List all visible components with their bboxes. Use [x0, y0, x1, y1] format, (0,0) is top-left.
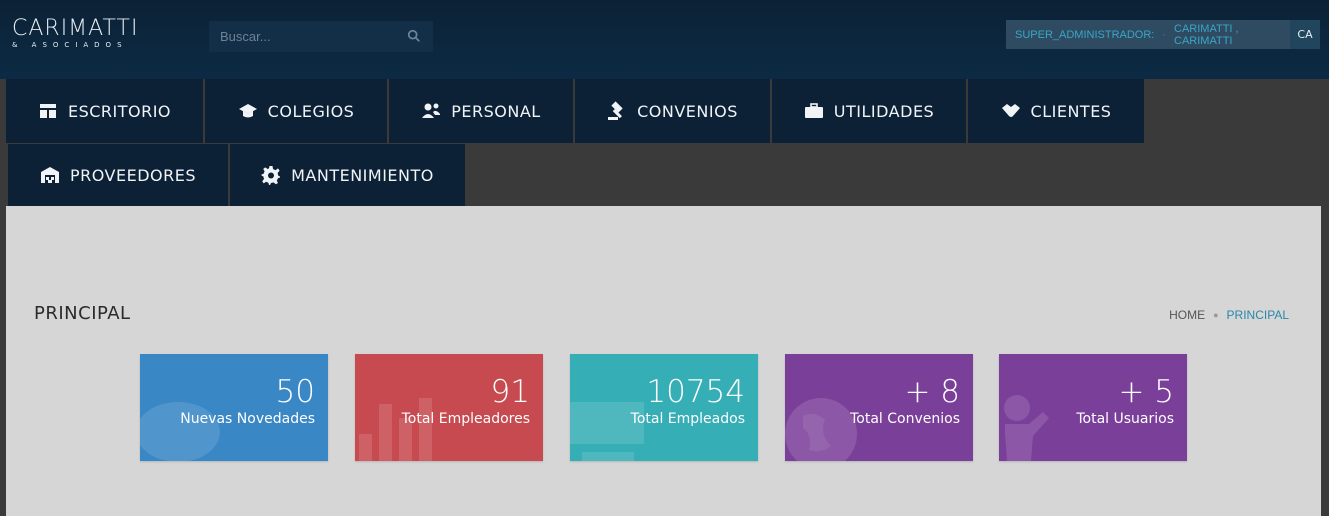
page-title: PRINCIPAL [34, 303, 131, 324]
user-menu[interactable]: SUPER_ADMINISTRADOR: · CARIMATTI , CARIM… [1006, 20, 1290, 49]
breadcrumb-home[interactable]: HOME [1169, 308, 1205, 322]
stat-value: + 5 [1118, 374, 1174, 410]
stat-value: 50 [275, 374, 315, 410]
search-icon[interactable] [407, 29, 421, 43]
stat-card-novedades[interactable]: 50 Nuevas Novedades [140, 354, 328, 461]
nav-item-label: COLEGIOS [267, 101, 355, 121]
breadcrumb: HOME ● PRINCIPAL [1169, 308, 1289, 322]
stat-label: Total Empleadores [401, 411, 530, 427]
warehouse-icon [40, 167, 59, 183]
stat-value: 91 [490, 374, 530, 410]
stat-card-empleadores[interactable]: 91 Total Empleadores [355, 354, 543, 461]
stat-value: 10754 [646, 374, 745, 410]
logo-sub-text: & ASOCIADOS [12, 41, 128, 49]
nav-item-escritorio[interactable]: ESCRITORIO [6, 79, 203, 143]
nav-item-label: ESCRITORIO [67, 101, 172, 121]
nav-item-label: PERSONAL [451, 101, 541, 121]
graduation-cap-icon [238, 104, 257, 118]
nav-item-label: MANTENIMIENTO [291, 165, 434, 185]
users-icon [422, 103, 441, 118]
search-input[interactable] [209, 21, 400, 52]
breadcrumb-current: PRINCIPAL [1226, 308, 1289, 322]
nav-item-label: CONVENIOS [637, 101, 738, 121]
stat-value: + 8 [904, 374, 960, 410]
user-separator: · [1162, 28, 1167, 41]
nav-item-label: UTILIDADES [833, 101, 935, 121]
gear-icon [261, 166, 281, 185]
stat-label: Nuevas Novedades [180, 411, 315, 427]
nav-item-label: CLIENTES [1030, 101, 1112, 121]
top-bar: CARIMATTI & ASOCIADOS SUPER_ADMINISTRADO… [0, 0, 1329, 79]
nav-item-label: PROVEEDORES [69, 165, 197, 185]
stat-card-usuarios[interactable]: + 5 Total Usuarios [999, 354, 1187, 461]
stat-label: Total Usuarios [1076, 411, 1174, 427]
stat-label: Total Empleados [630, 411, 745, 427]
briefcase-icon [804, 103, 823, 118]
nav-item-convenios[interactable]: CONVENIOS [575, 79, 770, 143]
user-name: CARIMATTI , CARIMATTI [1174, 22, 1239, 47]
logo[interactable]: CARIMATTI & ASOCIADOS [12, 16, 139, 50]
stat-card-empleados[interactable]: 10754 Total Empleados [570, 354, 758, 461]
main-content: PRINCIPAL HOME ● PRINCIPAL 50 Nuevas Nov… [6, 206, 1321, 516]
nav-item-mantenimiento[interactable]: MANTENIMIENTO [230, 144, 465, 206]
dashboard-icon [39, 104, 56, 118]
nav-item-utilidades[interactable]: UTILIDADES [772, 79, 966, 143]
stat-card-convenios[interactable]: + 8 Total Convenios [785, 354, 973, 461]
logo-main-text: CARIMATTI [12, 16, 139, 41]
nav-item-colegios[interactable]: COLEGIOS [205, 79, 387, 143]
nav-item-proveedores[interactable]: PROVEEDORES [8, 144, 228, 206]
stat-label: Total Convenios [850, 411, 960, 427]
nav-item-personal[interactable]: PERSONAL [389, 79, 573, 143]
user-role: SUPER_ADMINISTRADOR: [1015, 28, 1155, 41]
avatar[interactable]: CA [1290, 20, 1320, 49]
nav-item-clientes[interactable]: CLIENTES [968, 79, 1144, 143]
search-box [209, 21, 433, 52]
gavel-icon [608, 101, 623, 120]
handshake-icon [1001, 104, 1020, 117]
breadcrumb-separator: ● [1213, 310, 1219, 320]
